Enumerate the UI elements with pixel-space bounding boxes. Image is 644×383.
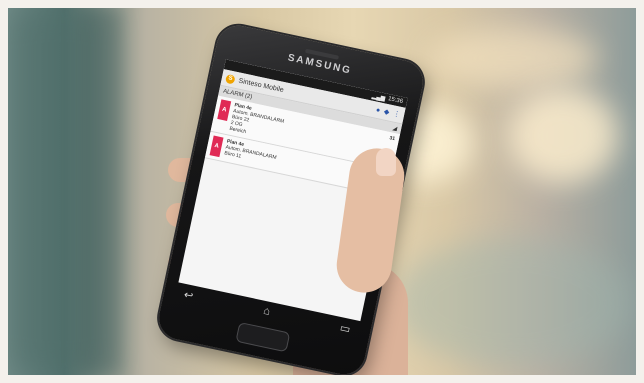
alarm-tag: A: [217, 99, 232, 121]
background-light: [428, 28, 598, 88]
back-icon[interactable]: ↩: [183, 288, 195, 303]
home-icon[interactable]: ⌂: [262, 305, 271, 319]
background-pillar: [78, 8, 123, 375]
menu-icon[interactable]: ▭: [339, 321, 352, 336]
photo: SAMSUNG ▂▄▆ 15:36 S Sinteso Mobile ● ◆ ⋮…: [8, 8, 636, 375]
user-icon[interactable]: ●: [375, 106, 381, 114]
thumbnail: [376, 148, 396, 176]
home-button[interactable]: [235, 321, 291, 353]
alarm-number: 31: [388, 135, 396, 143]
bell-icon[interactable]: ◆: [383, 108, 390, 116]
alarm-tag: A: [209, 135, 224, 158]
more-icon[interactable]: ⋮: [392, 109, 401, 118]
background-light: [508, 88, 618, 183]
chevron-icon: ◢: [391, 125, 398, 132]
app-logo: S: [225, 73, 236, 85]
background-blur: [393, 238, 633, 368]
